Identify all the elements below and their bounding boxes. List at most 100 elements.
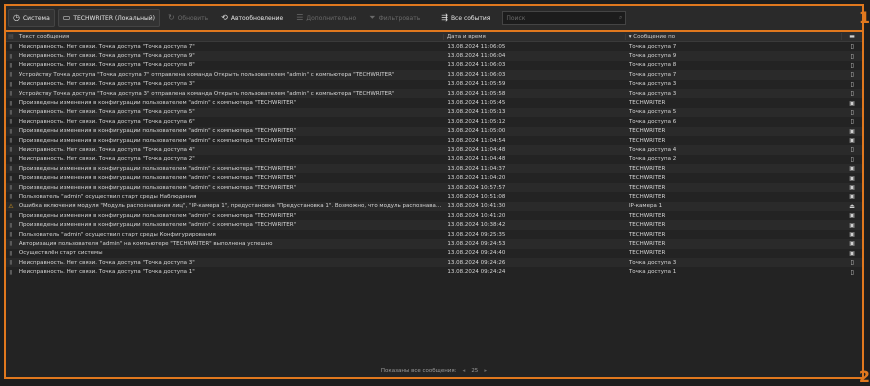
events-table: ▤ Текст сообщения Дата и время ▾ Сообщен… (6, 32, 862, 365)
column-settings-icon[interactable]: ▬ (841, 33, 862, 40)
row-datetime: 13.08.2024 11:04:48 (447, 156, 506, 163)
row-source: TECHWRITER (628, 240, 666, 247)
row-datetime: 13.08.2024 11:05:58 (447, 90, 506, 97)
table-row[interactable]: ▮ Произведены изменения в конфигурации по… (6, 220, 862, 230)
table-row[interactable]: ▮ Пользователь "admin" осуществил старт с… (6, 192, 862, 201)
door-icon: ▯ (850, 155, 854, 163)
row-source: TECHWRITER (628, 100, 666, 107)
table-row[interactable]: ⚠ Ошибка включения модуля "Модуль распозн… (6, 201, 862, 212)
table-row[interactable]: ▮ Неисправность. Нет связи. Точка доступа… (6, 257, 862, 268)
table-row[interactable]: ▮ Пользователь "admin" осуществил старт с… (6, 230, 862, 239)
table-row[interactable]: ▮ Устройству Точка доступа "Точка доступа… (6, 88, 862, 99)
column-message[interactable]: Текст сообщения (16, 34, 443, 40)
table-row[interactable]: ▮ Произведены изменения в конфигурации по… (6, 164, 862, 174)
event-icon: ▮ (9, 43, 13, 51)
door-icon: ▯ (850, 61, 854, 69)
row-message: Произведены изменения в конфигурации пол… (18, 222, 297, 229)
row-datetime: 13.08.2024 11:06:04 (447, 53, 506, 60)
footer-count: 25 (471, 368, 479, 374)
row-message: Авторизация пользователя "admin" на комп… (18, 240, 273, 247)
table-row[interactable]: ▮ Произведены изменения в конфигурации по… (6, 136, 862, 145)
event-icon: ▮ (9, 118, 13, 126)
table-row[interactable]: ▮ Неисправность. Нет связи. Точка доступа… (6, 267, 862, 276)
row-message: Произведены изменения в конфигурации пол… (18, 165, 297, 172)
event-icon: ▮ (9, 90, 13, 98)
table-row[interactable]: ▮ Произведены изменения в конфигурации по… (6, 211, 862, 220)
row-source: Точка доступа 9 (628, 53, 677, 60)
next-page-icon[interactable]: ▸ (484, 368, 487, 374)
table-row[interactable]: ▮ Произведены изменения в конфигурации по… (6, 173, 862, 182)
row-source: Точка доступа 6 (628, 118, 677, 125)
row-datetime: 13.08.2024 10:41:20 (447, 212, 506, 219)
extra-button[interactable]: ☰ Дополнительно (291, 9, 361, 27)
table-row[interactable]: ▮ Неисправность. Нет связи. Точка доступа… (6, 107, 862, 118)
row-source: IP-камера 1 (628, 203, 663, 210)
table-row[interactable]: ▮ Неисправность. Нет связи. Точка доступа… (6, 145, 862, 155)
server-button[interactable]: ▭ TECHWRITER (Локальный) (57, 9, 160, 27)
row-message: Неисправность. Нет связи. Точка доступа … (18, 269, 195, 276)
door-icon: ▯ (850, 80, 854, 88)
auto-refresh-button[interactable]: ⟲ Автообновление (216, 9, 288, 27)
table-row[interactable]: ▮ Неисправность. Нет связи. Точка доступа… (6, 42, 862, 51)
event-icon: ▮ (9, 108, 13, 116)
table-row[interactable]: ▮ Устройству Точка доступа "Точка доступа… (6, 70, 862, 80)
monitor-icon: ▣ (849, 193, 855, 201)
row-datetime: 13.08.2024 11:06:03 (447, 62, 506, 69)
row-source: TECHWRITER (628, 137, 666, 144)
door-icon: ▯ (850, 268, 854, 276)
row-message: Пользователь "admin" осуществил старт ср… (18, 231, 216, 238)
all-events-button[interactable]: ⇶ Все события (436, 9, 495, 27)
event-icon: ▮ (9, 61, 13, 69)
row-datetime: 13.08.2024 10:51:08 (447, 193, 506, 200)
row-message: Неисправность. Нет связи. Точка доступа … (18, 156, 195, 163)
event-icon: ▮ (9, 193, 13, 201)
row-source: TECHWRITER (628, 250, 666, 257)
status-bar: Показаны все сообщения: ◂ 25 ▸ (6, 365, 862, 377)
system-button[interactable]: ◷ Система (8, 9, 55, 27)
search-icon: ⌕ (619, 14, 623, 21)
table-row[interactable]: ▮ Авторизация пользователя "admin" на ком… (6, 239, 862, 249)
refresh-icon: ↻ (167, 13, 175, 22)
table-row[interactable]: ▮ Неисправность. Нет связи. Точка доступа… (6, 61, 862, 70)
table-row[interactable]: ▮ Неисправность. Нет связи. Точка доступа… (6, 117, 862, 126)
table-row[interactable]: ▮ Неисправность. Нет связи. Точка доступа… (6, 51, 862, 61)
filter-button[interactable]: ⏷ Фильтровать (364, 9, 425, 27)
column-datetime[interactable]: Дата и время (442, 33, 625, 40)
row-message: Неисправность. Нет связи. Точка доступа … (18, 259, 195, 266)
event-icon: ▮ (9, 165, 13, 173)
table-row[interactable]: ▮ Осуществлён старт системы 13.08.2024 09:… (6, 249, 862, 258)
event-icon: ▮ (9, 231, 13, 238)
row-datetime: 13.08.2024 11:05:12 (447, 118, 506, 125)
table-row[interactable]: ▮ Неисправность. Нет связи. Точка доступа… (6, 80, 862, 89)
footer-label: Показаны все сообщения: (380, 368, 457, 374)
door-icon: ▯ (850, 43, 854, 51)
row-datetime: 13.08.2024 09:24:24 (447, 269, 506, 276)
row-source: TECHWRITER (628, 193, 666, 200)
row-source: Точка доступа 1 (628, 269, 677, 276)
callout-badge-1: 1 (858, 8, 870, 27)
row-datetime: 13.08.2024 11:05:00 (447, 128, 506, 135)
row-message: Неисправность. Нет связи. Точка доступа … (18, 118, 195, 125)
header-icon-column[interactable]: ▤ (6, 33, 16, 40)
column-source[interactable]: ▾ Сообщение по (624, 33, 841, 40)
row-message: Неисправность. Нет связи. Точка доступа … (18, 81, 195, 88)
event-icon: ▮ (9, 71, 13, 79)
prev-page-icon[interactable]: ◂ (463, 368, 466, 374)
row-datetime: 13.08.2024 11:04:48 (447, 146, 506, 153)
monitor-icon: ▣ (849, 165, 855, 173)
table-body: ▮ Неисправность. Нет связи. Точка доступа… (6, 42, 862, 277)
table-row[interactable]: ▮ Произведены изменения в конфигурации по… (6, 98, 862, 107)
table-row[interactable]: ▮ Неисправность. Нет связи. Точка доступа… (6, 155, 862, 164)
table-row[interactable]: ▮ Произведены изменения в конфигурации по… (6, 182, 862, 193)
table-row[interactable]: ▮ Произведены изменения в конфигурации по… (6, 126, 862, 136)
row-message: Пользователь "admin" осуществил старт ср… (18, 193, 197, 200)
clock-icon: ◷ (13, 13, 20, 22)
camera-icon: ⏏ (849, 202, 855, 210)
row-source: Точка доступа 5 (628, 109, 677, 116)
toolbar: ◷ Система ▭ TECHWRITER (Локальный) ↻ Обнови… (6, 6, 862, 32)
search-input[interactable]: Поиск ⌕ (502, 11, 627, 25)
row-source: Точка доступа 2 (628, 156, 677, 163)
row-datetime: 13.08.2024 11:04:54 (447, 137, 506, 144)
row-message: Неисправность. Нет связи. Точка доступа … (18, 62, 195, 69)
refresh-button[interactable]: ↻ Обновить (163, 9, 213, 27)
